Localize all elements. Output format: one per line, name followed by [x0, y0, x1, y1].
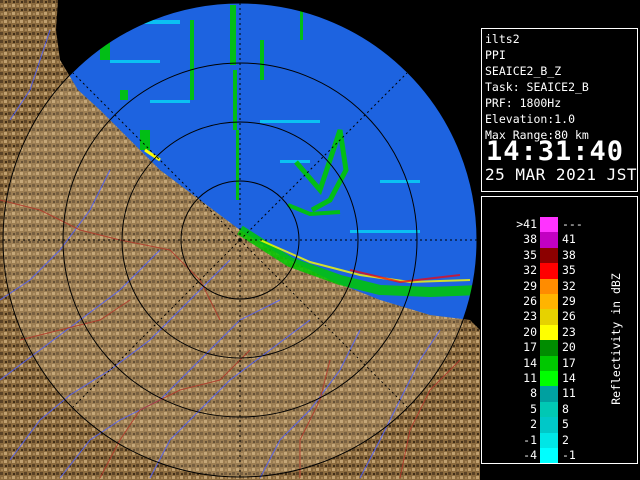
legend-swatch [540, 371, 558, 387]
time-display: 14:31:40 [486, 136, 625, 167]
legend-swatch [540, 448, 558, 464]
legend-lower-bound: 26 [523, 294, 537, 308]
legend-swatch [540, 247, 558, 264]
legend-upper-bound: 14 [562, 371, 576, 385]
legend-upper-bound: 5 [562, 417, 569, 432]
legend-swatch [540, 386, 558, 402]
legend-lower-bound: 35 [523, 247, 537, 262]
legend-upper-bound: 41 [562, 232, 576, 247]
legend-lower-bound: 29 [523, 278, 537, 293]
legend-upper-bound: 32 [562, 278, 576, 293]
legend-upper-bound: 2 [562, 432, 569, 447]
legend-lower-bound: 23 [523, 309, 537, 324]
legend-lower-bound: -4 [523, 448, 537, 462]
legend-upper-bound: 35 [562, 263, 576, 278]
legend-title: Reflectivity in dBZ [609, 273, 623, 405]
legend-lower-bound: 14 [523, 355, 537, 370]
legend-swatch [540, 324, 558, 341]
legend-upper-bound: 29 [562, 294, 576, 308]
legend-lower-bound: 2 [530, 417, 537, 432]
legend-swatch [540, 340, 558, 356]
legend-lower-bound: 8 [530, 386, 537, 401]
product-name: SEAICE2_B_Z [485, 64, 562, 78]
legend-upper-bound: 26 [562, 309, 576, 324]
legend-swatch [540, 278, 558, 294]
legend-swatch [540, 294, 558, 310]
legend-upper-bound: 8 [562, 401, 569, 416]
legend-upper-bound: 17 [562, 355, 576, 370]
radar-map [0, 0, 480, 480]
legend-upper-bound: 11 [562, 386, 576, 401]
legend-swatch [540, 432, 558, 448]
date-display: 25 MAR 2021 JST [485, 165, 637, 184]
legend-upper-bound: 38 [562, 247, 576, 262]
legend-swatch [540, 309, 558, 325]
legend-upper-bound: 20 [562, 340, 576, 355]
legend-upper-bound: --- [562, 217, 583, 231]
legend-swatch [540, 401, 558, 418]
legend-lower-bound: >41 [516, 217, 537, 231]
legend-lower-bound: -1 [523, 432, 537, 447]
legend-swatch [540, 355, 558, 371]
radar-info-panel: ilts2 PPI SEAICE2_B_Z Task: SEAICE2_B PR… [481, 28, 638, 192]
legend-upper-bound: 23 [562, 324, 576, 339]
legend-swatch [540, 263, 558, 279]
legend-lower-bound: 5 [530, 401, 537, 416]
task-label: Task: SEAICE2_B [485, 80, 589, 94]
radar-name: ilts2 [485, 32, 520, 46]
legend-lower-bound: 17 [523, 340, 537, 355]
legend-upper-bound: -1 [562, 448, 576, 462]
legend-swatch [540, 217, 558, 233]
legend-lower-bound: 32 [523, 263, 537, 278]
legend-swatch [540, 417, 558, 433]
legend-lower-bound: 38 [523, 232, 537, 247]
legend-lower-bound: 20 [523, 324, 537, 339]
color-legend: >41 --- 38 41 35 38 32 35 29 32 26 29 23 26 20 23 17 20 14… [481, 196, 638, 464]
legend-swatch [540, 232, 558, 248]
legend-lower-bound: 11 [523, 371, 537, 385]
elevation-label: Elevation:1.0 [485, 112, 576, 126]
prf-label: PRF: 1800Hz [485, 96, 562, 110]
product-type: PPI [485, 48, 506, 62]
